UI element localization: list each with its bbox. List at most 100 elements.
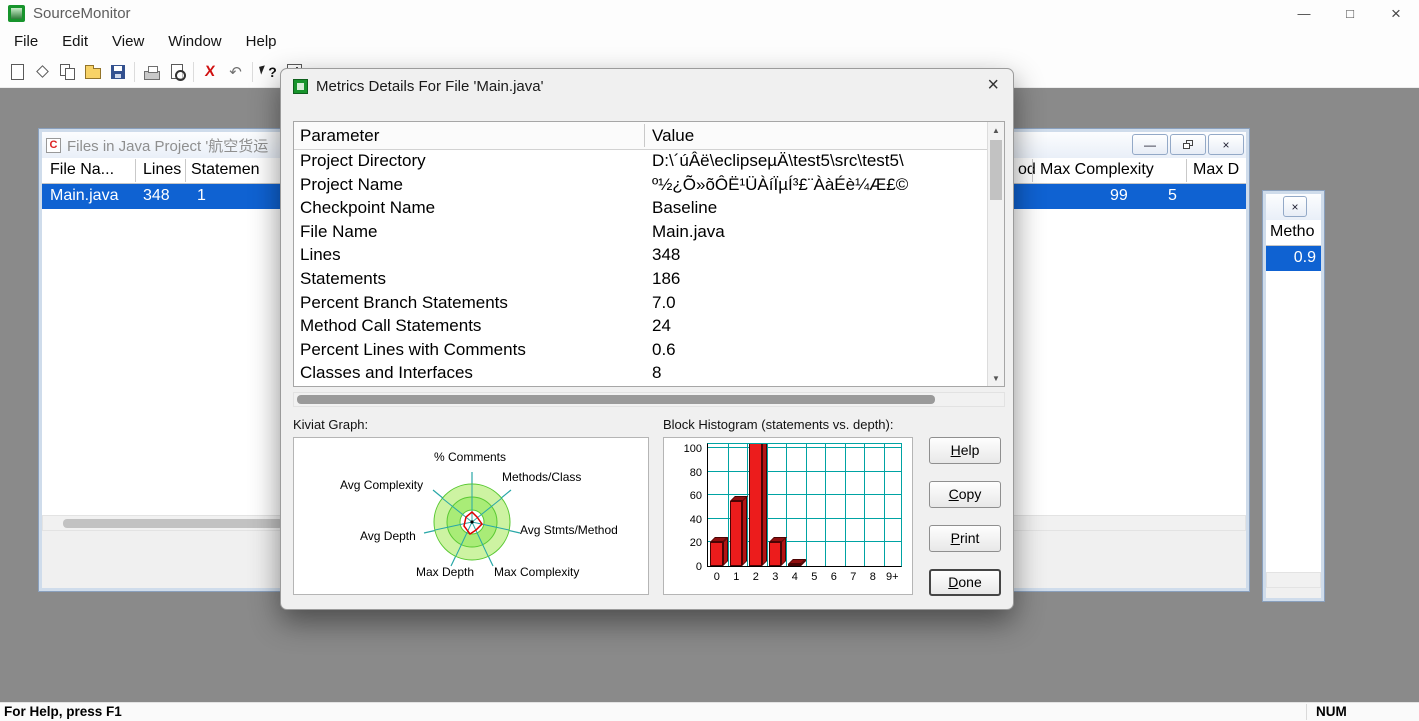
checkpoint-button[interactable]: [30, 59, 55, 84]
copy-icon: [60, 63, 75, 80]
column-divider: [1186, 159, 1187, 182]
param-cell: Project Name: [300, 174, 403, 194]
maximize-button[interactable]: □: [1327, 0, 1373, 27]
column-label: Metho: [1270, 223, 1315, 240]
files-close-button[interactable]: ×: [1208, 134, 1244, 155]
app-titlebar[interactable]: SourceMonitor — □ ×: [0, 0, 1419, 27]
table-row[interactable]: Statements 186: [294, 268, 987, 292]
value-cell: 0.6: [652, 339, 676, 359]
maximize-icon: □: [1346, 6, 1354, 21]
column-method-tail[interactable]: od: [1018, 161, 1036, 179]
column-lines[interactable]: Lines: [143, 161, 181, 179]
minimize-button[interactable]: —: [1281, 0, 1327, 27]
context-help-button[interactable]: ?: [257, 59, 282, 84]
close-icon: ×: [1222, 137, 1230, 152]
save-button[interactable]: [105, 59, 130, 84]
kiviat-graph: % Comments Methods/Class Avg Stmts/Metho…: [293, 437, 649, 595]
value-cell: Baseline: [652, 198, 718, 218]
copy-button[interactable]: Copy: [929, 481, 1001, 508]
help-button[interactable]: Help: [929, 437, 1001, 464]
gridline: [844, 444, 846, 566]
dialog-titlebar[interactable]: Metrics Details For File 'Main.java' ×: [281, 69, 1013, 103]
gridline: [883, 444, 885, 566]
scrollbar-thumb[interactable]: [297, 395, 935, 404]
print-button[interactable]: [139, 59, 164, 84]
value-cell: 8: [652, 363, 662, 383]
table-row[interactable]: Method Call Statements 24: [294, 315, 987, 339]
methods-window-close-button[interactable]: ×: [1283, 196, 1307, 217]
histogram-bar: [768, 542, 781, 566]
table-row[interactable]: Project Name º½¿Õ»õÔË¹ÜÀíÏµÍ³£¨ÀàÉè¼Æ£©: [294, 174, 987, 198]
x-axis-label: 2: [752, 571, 759, 583]
horizontal-scrollbar[interactable]: [293, 392, 1005, 407]
column-max-complexity[interactable]: Max Complexity: [1040, 161, 1154, 179]
column-value[interactable]: Value: [652, 126, 694, 146]
column-statements[interactable]: Statemen: [191, 161, 259, 179]
x-axis-label: 1: [733, 571, 740, 583]
table-row[interactable]: Percent Lines with Comments 0.6: [294, 339, 987, 363]
close-button[interactable]: ×: [1373, 0, 1419, 27]
scroll-up-arrow[interactable]: ▲: [988, 122, 1004, 138]
value-cell: D:\´úÂë\eclipseµÄ\test5\src\test5\: [652, 151, 904, 170]
value-cell: 24: [652, 316, 671, 336]
files-restore-button[interactable]: [1170, 134, 1206, 155]
methods-selected-row[interactable]: 0.9: [1266, 246, 1321, 271]
menu-window[interactable]: Window: [156, 29, 233, 54]
undo-button[interactable]: ↶: [223, 59, 248, 84]
done-button[interactable]: Done: [929, 569, 1001, 596]
metrics-table: Parameter Value Project Directory D:\´úÂë…: [293, 121, 1005, 387]
table-row[interactable]: Lines 348: [294, 244, 987, 268]
table-row[interactable]: Project Directory D:\´úÂë\eclipseµÄ\test5…: [294, 150, 987, 174]
kiviat-graph-label: Kiviat Graph:: [293, 417, 369, 432]
files-window-title: Files in Java Project '航空货运: [67, 137, 269, 155]
table-row[interactable]: Checkpoint Name Baseline: [294, 197, 987, 221]
column-file-name[interactable]: File Na...: [50, 161, 114, 179]
cell-value: 0.9: [1293, 249, 1316, 266]
files-minimize-button[interactable]: —: [1132, 134, 1168, 155]
table-row[interactable]: Classes and Interfaces 8: [294, 362, 987, 386]
y-axis-label: 80: [689, 466, 702, 479]
gridline: [786, 444, 787, 566]
table-row[interactable]: Percent Branch Statements 7.0: [294, 292, 987, 316]
param-cell: Classes and Interfaces: [300, 363, 473, 383]
x-axis-label: 5: [811, 571, 818, 583]
metrics-table-rows: Project Directory D:\´úÂë\eclipseµÄ\test5…: [294, 150, 987, 386]
scrollbar-thumb[interactable]: [990, 140, 1002, 200]
metrics-table-header: Parameter Value: [294, 122, 987, 150]
scroll-down-arrow[interactable]: ▼: [988, 370, 1004, 386]
scrollbar-thumb[interactable]: [63, 519, 283, 528]
menu-file[interactable]: File: [2, 29, 50, 54]
toolbar-separator: [252, 61, 253, 82]
print-button[interactable]: Print: [929, 525, 1001, 552]
gridline: [708, 447, 901, 448]
menu-view[interactable]: View: [100, 29, 156, 54]
methods-window-body: Metho 0.9: [1266, 220, 1321, 598]
gridline: [708, 470, 901, 472]
caption-controls: — □ ×: [1281, 0, 1419, 27]
menu-edit[interactable]: Edit: [50, 29, 100, 54]
column-max-depth[interactable]: Max D: [1193, 161, 1239, 179]
menu-help[interactable]: Help: [234, 29, 289, 54]
column-divider: [185, 159, 186, 182]
sourcemonitor-app: SourceMonitor — □ × File Edit View Windo…: [0, 0, 1419, 721]
table-row[interactable]: File Name Main.java: [294, 221, 987, 245]
print-preview-button[interactable]: [164, 59, 189, 84]
new-file-button[interactable]: [5, 59, 30, 84]
delete-button[interactable]: X: [198, 59, 223, 84]
kiviat-chart-svg: [423, 472, 521, 567]
column-parameter[interactable]: Parameter: [300, 126, 379, 146]
value-cell: º½¿Õ»õÔË¹ÜÀíÏµÍ³£¨ÀàÉè¼Æ£©: [652, 174, 909, 194]
methods-horizontal-scrollbar[interactable]: [1266, 572, 1321, 588]
status-divider: [1306, 704, 1307, 720]
methods-window: × Metho 0.9: [1262, 190, 1325, 602]
param-cell: Percent Branch Statements: [300, 292, 508, 312]
histogram-bar: [729, 501, 742, 566]
copy-button[interactable]: [55, 59, 80, 84]
vertical-scrollbar[interactable]: ▲ ▼: [987, 122, 1004, 386]
open-button[interactable]: [80, 59, 105, 84]
methods-window-titlebar[interactable]: ×: [1266, 194, 1321, 220]
dialog-close-button[interactable]: ×: [987, 74, 999, 97]
methods-column-header[interactable]: Metho: [1266, 220, 1321, 246]
toolbar-separator: [193, 61, 194, 82]
button-label: Done: [948, 574, 982, 590]
